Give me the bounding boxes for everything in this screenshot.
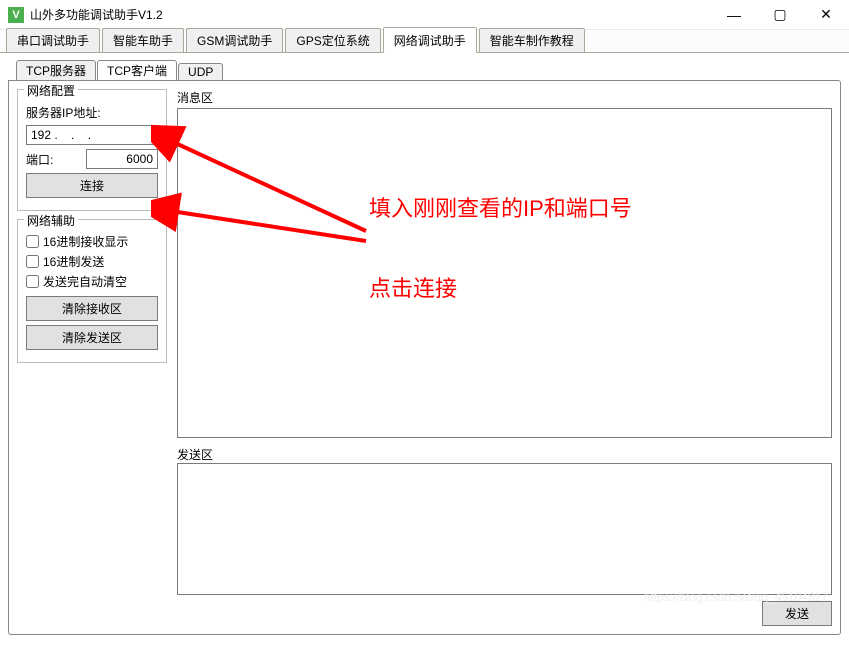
- ip-input[interactable]: [26, 125, 158, 145]
- send-area-label: 发送区: [177, 446, 832, 463]
- close-button[interactable]: ✕: [803, 0, 849, 30]
- minimize-button[interactable]: —: [711, 0, 757, 30]
- app-icon: V: [8, 7, 24, 23]
- ip-label: 服务器IP地址:: [26, 104, 101, 121]
- net-config-legend: 网络配置: [24, 82, 78, 99]
- clear-recv-button[interactable]: 清除接收区: [26, 296, 158, 321]
- tab-udp[interactable]: UDP: [178, 63, 223, 80]
- send-area[interactable]: [177, 463, 832, 595]
- send-button[interactable]: 发送: [762, 601, 832, 626]
- tab-serial[interactable]: 串口调试助手: [6, 28, 100, 52]
- auto-clear-checkbox[interactable]: [26, 275, 39, 288]
- hex-send-checkbox[interactable]: [26, 255, 39, 268]
- hex-recv-checkbox[interactable]: [26, 235, 39, 248]
- tab-gps[interactable]: GPS定位系统: [285, 28, 380, 52]
- maximize-button[interactable]: ▢: [757, 0, 803, 30]
- watermark: https://blog.csdn.net/qq_45104817: [644, 590, 828, 604]
- port-input[interactable]: [86, 149, 158, 169]
- tab-smartcar[interactable]: 智能车助手: [102, 28, 184, 52]
- hex-recv-label: 16进制接收显示: [43, 233, 128, 250]
- right-column: 消息区 发送区 发送: [177, 89, 832, 626]
- net-config-group: 网络配置 服务器IP地址: 端口: 连接: [17, 89, 167, 211]
- message-area[interactable]: [177, 108, 832, 438]
- tab-tcp-server[interactable]: TCP服务器: [16, 60, 96, 80]
- net-assist-group: 网络辅助 16进制接收显示 16进制发送 发送完自动清空 清除接收区 清: [17, 219, 167, 363]
- message-group: 消息区: [177, 89, 832, 438]
- tab-network[interactable]: 网络调试助手: [383, 27, 477, 53]
- inner-tabs: TCP服务器 TCP客户端 UDP: [8, 61, 841, 80]
- panel-area: 网络配置 服务器IP地址: 端口: 连接 网络辅助: [8, 80, 841, 635]
- connect-button[interactable]: 连接: [26, 173, 158, 198]
- net-assist-legend: 网络辅助: [24, 212, 78, 229]
- window-title: 山外多功能调试助手V1.2: [30, 6, 163, 23]
- message-area-label: 消息区: [177, 89, 832, 106]
- tab-tutorial[interactable]: 智能车制作教程: [479, 28, 585, 52]
- left-column: 网络配置 服务器IP地址: 端口: 连接 网络辅助: [17, 89, 167, 626]
- clear-send-button[interactable]: 清除发送区: [26, 325, 158, 350]
- content-area: TCP服务器 TCP客户端 UDP 网络配置 服务器IP地址: 端口: 连接: [0, 53, 849, 643]
- hex-send-label: 16进制发送: [43, 253, 104, 270]
- tab-tcp-client[interactable]: TCP客户端: [97, 60, 177, 80]
- port-label: 端口:: [26, 151, 53, 168]
- main-tabs: 串口调试助手 智能车助手 GSM调试助手 GPS定位系统 网络调试助手 智能车制…: [0, 30, 849, 53]
- titlebar: V 山外多功能调试助手V1.2 — ▢ ✕: [0, 0, 849, 30]
- tab-gsm[interactable]: GSM调试助手: [186, 28, 283, 52]
- auto-clear-label: 发送完自动清空: [43, 273, 127, 290]
